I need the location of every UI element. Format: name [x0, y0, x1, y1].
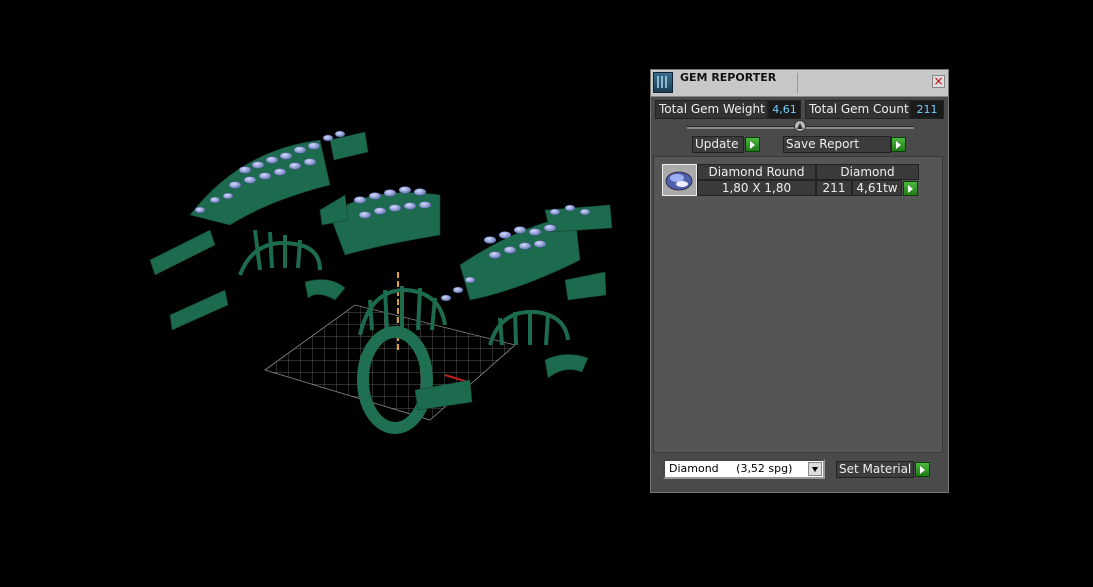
gem-cluster-3 — [459, 204, 613, 301]
close-icon[interactable]: × — [932, 75, 945, 88]
titlebar-divider — [797, 73, 798, 93]
update-go-arrow-icon[interactable] — [745, 137, 760, 152]
gem-row-select-arrow-icon[interactable] — [903, 181, 918, 196]
total-gem-weight-label: Total Gem Weight — [655, 100, 768, 119]
save-report-button[interactable]: Save Report — [783, 136, 891, 153]
material-select[interactable]: Diamond (3,52 spg) — [663, 459, 825, 479]
set-material-arrow-icon[interactable] — [915, 462, 930, 477]
set-material-button[interactable]: Set Material — [836, 461, 914, 478]
panel-title: GEM REPORTER — [680, 71, 777, 84]
material-select-value: Diamond (3,52 spg) — [669, 462, 793, 475]
gem-weight-cell: 4,61tw — [852, 180, 902, 196]
3d-viewport[interactable] — [0, 0, 640, 584]
total-gem-weight-value: 4,61 — [768, 100, 801, 119]
gem-shape-cell: Diamond Round — [697, 164, 816, 180]
collapse-toggle-icon[interactable]: ▲ — [794, 120, 806, 132]
total-gem-count-value: 211 — [910, 100, 944, 119]
gem-size-cell: 1,80 X 1,80 — [697, 180, 816, 196]
ring-model-render — [149, 130, 613, 434]
gem-report-list[interactable]: Diamond Round Diamond 1,80 X 1,80 211 4,… — [653, 156, 943, 453]
save-report-arrow-icon[interactable] — [891, 137, 906, 152]
gem-material-cell: Diamond — [816, 164, 919, 180]
gem-reporter-panel: GEM REPORTER × Total Gem Weight 4,61 Tot… — [650, 69, 949, 493]
floor-grid — [264, 304, 516, 421]
panel-titlebar[interactable]: GEM REPORTER × — [651, 70, 948, 97]
gem-reporter-icon — [653, 72, 673, 93]
update-button[interactable]: Update — [692, 136, 744, 153]
total-gem-count-label: Total Gem Count — [805, 100, 910, 119]
gem-count-cell: 211 — [816, 180, 852, 196]
chevron-down-icon[interactable] — [808, 462, 822, 476]
gem-thumbnail-icon — [662, 164, 697, 196]
